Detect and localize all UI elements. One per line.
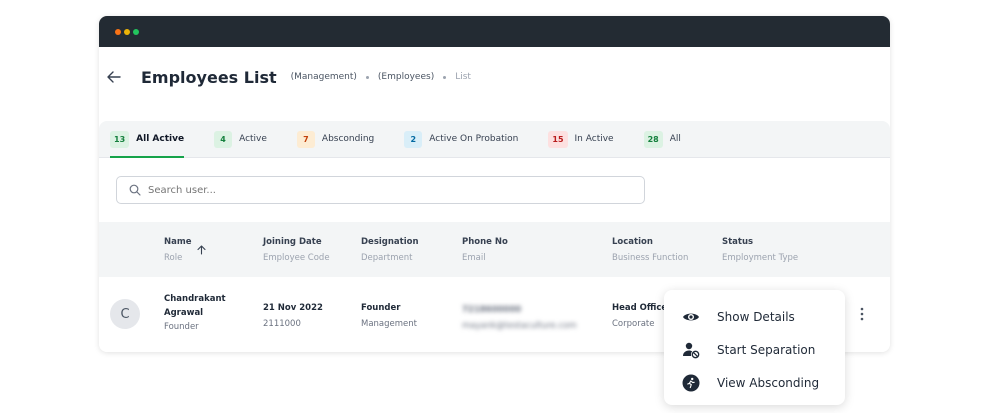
status-tabs: 13 All Active 4 Active 7 Absconding 2 Active On…: [99, 121, 890, 158]
window-titlebar: [99, 16, 890, 47]
cell-designation: Founder Management: [361, 303, 417, 329]
tab-all-active[interactable]: 13 All Active: [110, 121, 185, 158]
column-joining-date[interactable]: Joining Date Employee Code: [263, 237, 330, 263]
search-box[interactable]: [116, 176, 645, 204]
page-title: Employees List: [141, 67, 277, 87]
tab-absconding[interactable]: 7 Absconding: [296, 121, 375, 158]
breadcrumb-separator: [443, 75, 447, 79]
table-header: Name Role Joining Date Employee Code Desig…: [99, 222, 890, 277]
breadcrumb-item-list: List: [455, 72, 471, 82]
breadcrumb-item-employees[interactable]: (Employees): [378, 72, 434, 82]
cell-phone: 7218600000 mayank@testaculture.com: [462, 305, 577, 331]
avatar: C: [110, 299, 140, 329]
column-status[interactable]: Status Employment Type: [722, 237, 798, 263]
column-location[interactable]: Location Business Function: [612, 237, 688, 263]
window-dot-minimize[interactable]: [124, 28, 130, 35]
eye-icon: [682, 308, 700, 326]
menu-item-label: Show Details: [717, 309, 795, 324]
tab-label: All Active: [136, 134, 185, 144]
column-phone[interactable]: Phone No Email: [462, 237, 508, 263]
search-icon: [129, 184, 141, 196]
search-input[interactable]: [148, 184, 628, 196]
menu-item-start-separation[interactable]: Start Separation: [664, 333, 845, 366]
cell-name: Chandrakant Agrawal Founder: [164, 294, 226, 332]
row-actions-menu: Show Details Start Separation View Absco…: [664, 290, 845, 405]
tab-label: Absconding: [321, 134, 375, 144]
more-vertical-icon[interactable]: [860, 307, 864, 321]
tab-in-active[interactable]: 15 In Active: [548, 121, 614, 158]
column-name[interactable]: Name Role: [164, 237, 191, 263]
cell-location: Head Office Corporate: [612, 303, 667, 329]
breadcrumb: (Management) (Employees) List: [291, 72, 471, 82]
user-block-icon: [682, 341, 700, 359]
tab-all[interactable]: 28 All: [643, 121, 681, 158]
tab-label: All: [669, 134, 681, 144]
cell-joining-date: 21 Nov 2022 2111000: [263, 303, 323, 329]
tab-count-badge: 4: [214, 130, 233, 148]
tab-label: Active On Probation: [429, 134, 519, 144]
tab-count-badge: 7: [296, 130, 315, 148]
breadcrumb-separator: [365, 75, 369, 79]
menu-item-view-absconding[interactable]: View Absconding: [664, 366, 845, 399]
menu-item-label: View Absconding: [717, 375, 820, 390]
tab-count-badge: 2: [404, 130, 423, 148]
menu-item-show-details[interactable]: Show Details: [664, 300, 845, 333]
window-dot-maximize[interactable]: [133, 28, 139, 35]
tab-label: Active: [239, 134, 267, 144]
window-dot-close[interactable]: [115, 28, 121, 35]
tab-active[interactable]: 4 Active: [214, 121, 267, 158]
tab-count-badge: 28: [643, 130, 663, 148]
arrow-up-icon[interactable]: [197, 245, 206, 258]
page-header: Employees List (Management) (Employees) …: [99, 47, 890, 107]
tab-count-badge: 15: [548, 130, 568, 148]
menu-item-label: Start Separation: [717, 342, 816, 357]
breadcrumb-item-management[interactable]: (Management): [291, 72, 357, 82]
running-person-icon: [682, 374, 700, 392]
tab-count-badge: 13: [110, 130, 130, 148]
tab-active-on-probation[interactable]: 2 Active On Probation: [404, 121, 518, 158]
column-designation[interactable]: Designation Department: [361, 237, 419, 263]
tab-label: In Active: [574, 134, 614, 144]
arrow-left-icon[interactable]: [107, 68, 131, 87]
